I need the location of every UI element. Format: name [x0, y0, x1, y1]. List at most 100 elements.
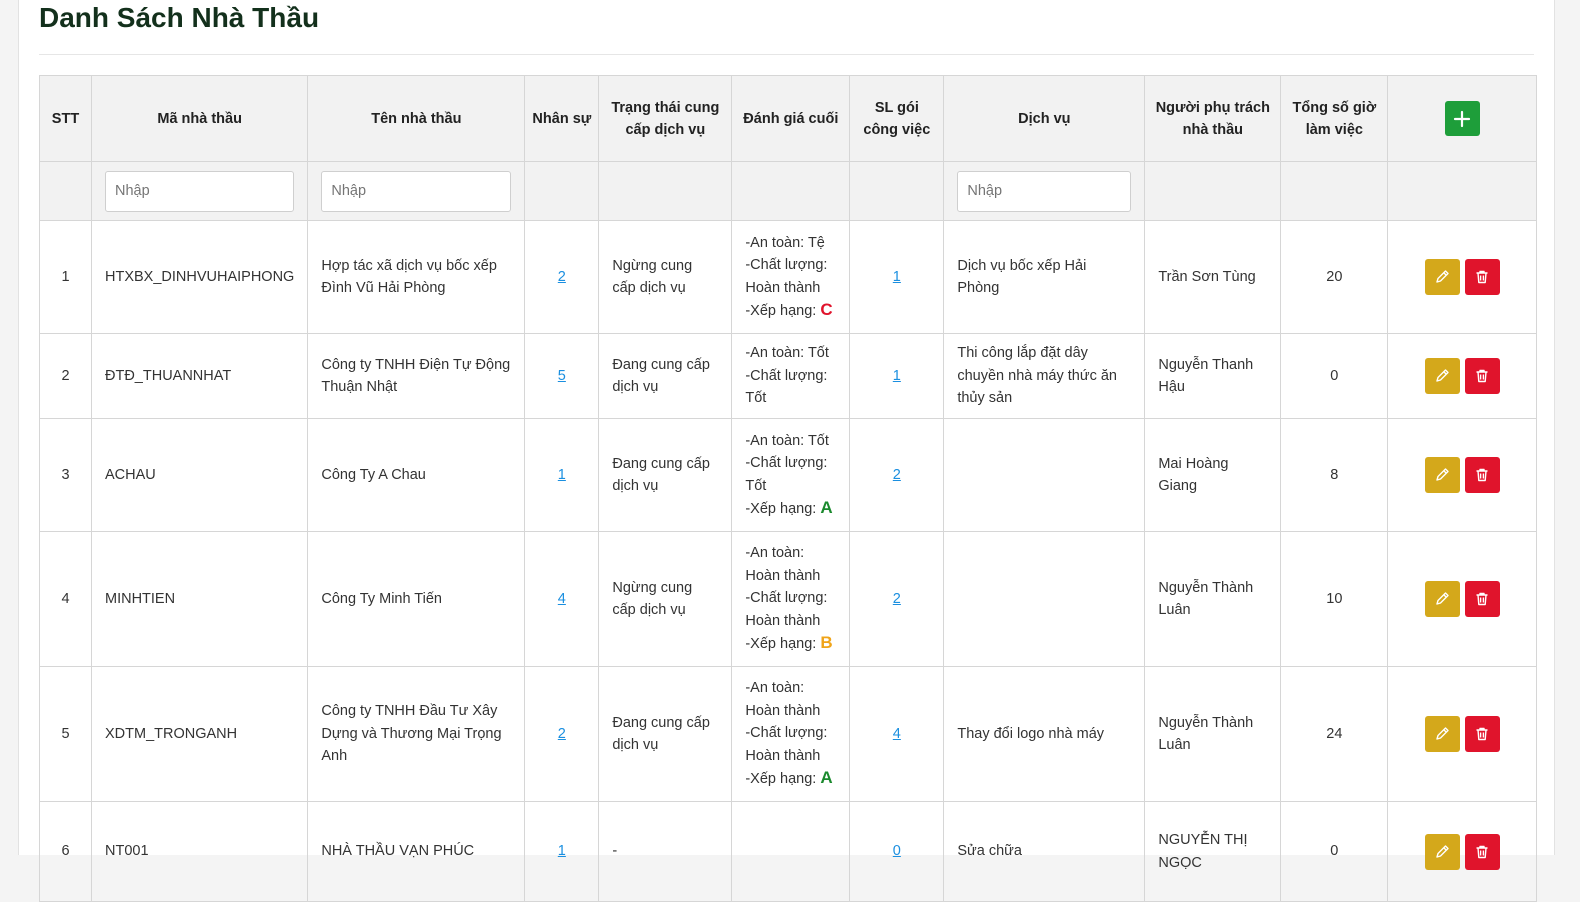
delete-button[interactable]: [1464, 259, 1500, 295]
cell-actions: [1387, 220, 1538, 334]
staff-count-link[interactable]: 1: [558, 467, 566, 483]
pencil-icon: [1436, 369, 1450, 382]
table-row: 3 ACHAU Công Ty A Chau 1 Đang cung cấp d…: [39, 418, 1538, 532]
package-count-link[interactable]: 2: [893, 591, 901, 607]
table-row: 2 ĐTĐ_THUANNHAT Công ty TNHH Điện Tự Độn…: [39, 333, 1538, 419]
cell-staff: 5: [524, 333, 600, 419]
delete-button[interactable]: [1464, 457, 1500, 493]
cell-evaluation: -An toàn: Hoàn thành -Chất lượng: Hoàn th…: [731, 666, 851, 802]
plus-icon: [1454, 110, 1471, 127]
staff-count-link[interactable]: 5: [558, 368, 566, 384]
edit-button[interactable]: [1424, 716, 1460, 752]
pencil-icon: [1436, 844, 1450, 858]
header-packages: SL gói công việc: [849, 75, 945, 162]
edit-button[interactable]: [1424, 358, 1460, 394]
evaluation-line: -An toàn: Hoàn thành: [745, 545, 821, 584]
package-count-link[interactable]: 2: [893, 467, 901, 483]
header-manager: Người phụ trách nhà thầu: [1144, 75, 1282, 162]
cell-packages: 1: [849, 220, 945, 334]
cell-status: -: [598, 801, 733, 902]
cell-status: Đang cung cấp dịch vụ: [598, 333, 733, 419]
trash-icon: [1476, 369, 1488, 383]
cell-packages: 2: [849, 531, 945, 667]
delete-button[interactable]: [1464, 581, 1500, 617]
edit-button[interactable]: [1424, 833, 1460, 870]
grade-label: -Xếp hạng:: [745, 771, 821, 788]
header-staff: Nhân sự: [524, 75, 600, 162]
delete-button[interactable]: [1464, 716, 1500, 752]
staff-count-link[interactable]: 1: [558, 843, 566, 859]
package-count-link[interactable]: 1: [893, 269, 901, 285]
evaluation-line: -Chất lượng: Hoàn thành: [745, 725, 828, 764]
cell-staff: 1: [524, 801, 600, 902]
pencil-icon: [1436, 270, 1450, 283]
package-count-link[interactable]: 4: [893, 726, 901, 742]
evaluation-line: -Chất lượng: Tốt: [745, 367, 828, 407]
cell-evaluation: -An toàn: Tốt -Chất lượng: Tốt -Xếp hạng: …: [731, 418, 851, 532]
staff-count-link[interactable]: 2: [558, 726, 566, 742]
cell-actions: [1387, 418, 1538, 532]
grade-line: -Xếp hạng: A: [745, 497, 836, 521]
table-row: 5 XDTM_TRONGANH Công ty TNHH Đầu Tư Xây …: [39, 666, 1538, 802]
cell-evaluation: -An toàn: Tệ -Chất lượng: Hoàn thành -Xếp …: [731, 220, 851, 334]
cell-code: MINHTIEN: [90, 531, 309, 667]
header-status: Trạng thái cung cấp dịch vụ: [598, 75, 733, 162]
header-actions: [1387, 75, 1538, 162]
cell-code: NT001: [90, 801, 309, 902]
filter-row: [39, 161, 1538, 221]
cell-code: ĐTĐ_THUANNHAT: [90, 333, 309, 419]
cell-hours: 0: [1280, 333, 1389, 419]
delete-button[interactable]: [1464, 358, 1500, 394]
contractor-table: STT Mã nhà thầu Tên nhà thầu Nhân sự Trạ…: [39, 75, 1538, 902]
grade-line: -Xếp hạng: C: [745, 299, 836, 323]
grade-value: A: [820, 768, 833, 788]
staff-count-link[interactable]: 2: [558, 269, 566, 285]
evaluation-line: -An toàn: Tốt: [745, 345, 829, 362]
header-name: Tên nhà thầu: [307, 75, 526, 162]
cell-status: Ngừng cung cấp dịch vụ: [598, 531, 733, 667]
table-row: 4 MINHTIEN Công Ty Minh Tiến 4 Ngừng cun…: [39, 531, 1538, 667]
filter-name-input[interactable]: [321, 170, 512, 212]
cell-evaluation: -An toàn: Tốt -Chất lượng: Tốt: [731, 333, 851, 419]
cell-code: XDTM_TRONGANH: [90, 666, 309, 802]
delete-button[interactable]: [1464, 833, 1500, 870]
cell-stt: 2: [39, 333, 92, 419]
evaluation-line: -Chất lượng: Tốt: [745, 455, 828, 494]
package-count-link[interactable]: 0: [893, 843, 901, 859]
cell-name: Công Ty A Chau: [307, 418, 526, 532]
cell-packages: 1: [849, 333, 945, 419]
cell-hours: 20: [1280, 220, 1389, 334]
filter-service-input[interactable]: [957, 170, 1132, 212]
package-count-link[interactable]: 1: [893, 368, 901, 384]
cell-status: Ngừng cung cấp dịch vụ: [598, 220, 733, 334]
grade-value: C: [820, 300, 833, 319]
cell-hours: 24: [1280, 666, 1389, 802]
cell-hours: 8: [1280, 418, 1389, 532]
grade-value: B: [820, 633, 833, 653]
grade-line: -Xếp hạng: A: [745, 767, 836, 791]
cell-service: Sửa chữa: [943, 801, 1146, 902]
cell-actions: [1387, 333, 1538, 419]
cell-code: ACHAU: [90, 418, 309, 532]
cell-actions: [1387, 666, 1538, 802]
cell-staff: 2: [524, 666, 600, 802]
cell-name: Công ty TNHH Điện Tự Động Thuận Nhật: [307, 333, 526, 419]
staff-count-link[interactable]: 4: [558, 591, 566, 607]
cell-actions: [1387, 531, 1538, 667]
content-panel: Danh Sách Nhà Thầu STT Mã nhà thầu Tên n…: [18, 0, 1555, 902]
filter-code-input[interactable]: [105, 170, 295, 212]
cell-manager: Nguyễn Thanh Hậu: [1144, 333, 1282, 419]
trash-icon: [1476, 845, 1488, 858]
cell-manager: Trần Sơn Tùng: [1144, 220, 1282, 334]
add-contractor-button[interactable]: [1444, 101, 1480, 136]
cell-staff: 1: [524, 418, 600, 532]
cell-service: [943, 531, 1146, 667]
evaluation-line: -An toàn: Tốt: [745, 432, 829, 449]
edit-button[interactable]: [1424, 581, 1460, 617]
table-body: 1 HTXBX_DINHVUHAIPHONG Hợp tác xã dịch v…: [39, 220, 1538, 902]
header-code: Mã nhà thầu: [90, 75, 309, 162]
cell-hours: 10: [1280, 531, 1389, 667]
cell-stt: 3: [39, 418, 92, 532]
edit-button[interactable]: [1424, 457, 1460, 493]
edit-button[interactable]: [1424, 259, 1460, 295]
